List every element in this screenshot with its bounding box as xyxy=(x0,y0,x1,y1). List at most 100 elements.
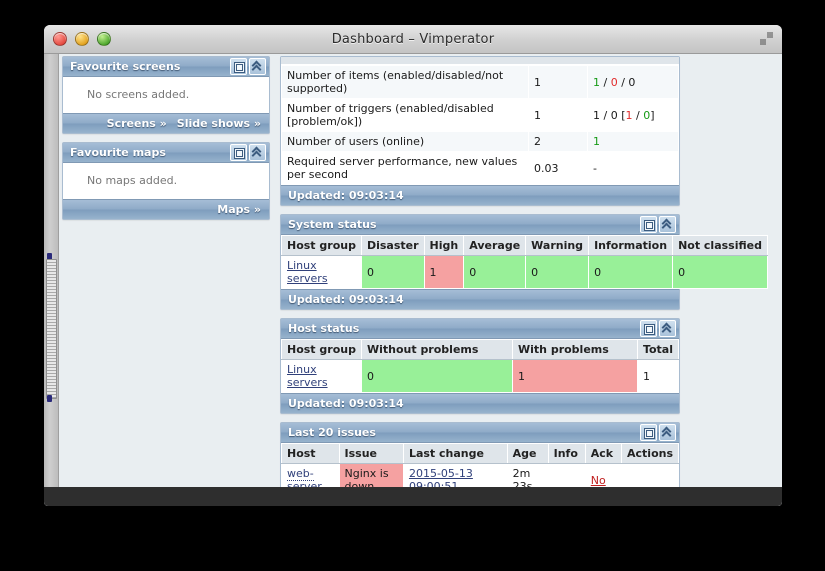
without-problems-cell: 0 xyxy=(360,359,514,393)
detail-part: 1 / 0 [ xyxy=(593,108,626,122)
value-cell: 1 xyxy=(528,65,588,99)
column-header: Host group xyxy=(281,339,362,360)
window-title: Dashboard – Vimperator xyxy=(331,31,495,47)
widget-body: No screens added. xyxy=(63,77,269,113)
detail-part: / xyxy=(617,75,629,89)
detail-part: 1 xyxy=(593,75,600,89)
table-row: Required server performance, new values … xyxy=(281,151,679,185)
widget-body: No maps added. xyxy=(63,163,269,199)
value-cell: 2 xyxy=(528,131,588,152)
menu-icon[interactable] xyxy=(640,320,657,337)
widget-header: Favourite maps xyxy=(63,143,269,163)
widget-footer: Maps » xyxy=(63,199,269,219)
widget-header-icons xyxy=(640,216,676,233)
window-bottom-bar xyxy=(44,487,782,506)
table-row: Linux servers 0 1 1 xyxy=(281,359,680,393)
table-row: Number of triggers (enabled/disabled [pr… xyxy=(281,98,679,132)
widget-system-status: System status Host group Disaster High A… xyxy=(280,214,768,310)
host-group-link[interactable]: Linux servers xyxy=(287,259,328,285)
scrollbar-thumb[interactable] xyxy=(46,259,57,399)
host-status-table: Host group Without problems With problem… xyxy=(281,339,680,393)
screens-link[interactable]: Screens » xyxy=(107,117,167,130)
menu-icon[interactable] xyxy=(230,58,247,75)
widget-title: System status xyxy=(288,218,377,231)
parameter-cell: Number of users (online) xyxy=(281,131,529,152)
detail-part: 0 xyxy=(610,75,618,89)
table-header-row: Host group Disaster High Average Warning… xyxy=(281,235,768,256)
status-of-zabbix-table: Number of items (enabled/disabled/not su… xyxy=(281,65,679,185)
widget-updated-label: Updated: 09:03:14 xyxy=(281,185,679,205)
collapse-icon[interactable] xyxy=(659,320,676,337)
severity-cell-warning: 0 xyxy=(525,255,590,289)
detail-part: ] xyxy=(650,108,655,122)
browser-viewport: Favourite screens No screens added. Scre… xyxy=(44,54,782,506)
clipped-row xyxy=(281,57,679,65)
widget-header: Host status xyxy=(281,319,679,339)
widget-favourite-maps: Favourite maps No maps added. Maps » xyxy=(62,142,270,220)
column-header: Actions xyxy=(621,443,679,464)
detail-part: - xyxy=(593,161,597,175)
column-header: Not classified xyxy=(672,235,768,256)
ack-link[interactable]: No xyxy=(591,474,606,487)
widget-title: Host status xyxy=(288,322,360,335)
column-header: Issue xyxy=(338,443,404,464)
empty-state-text: No maps added. xyxy=(87,174,178,187)
value-cell: 0.03 xyxy=(528,151,588,185)
parameter-cell: Number of triggers (enabled/disabled [pr… xyxy=(281,98,529,132)
resize-icon[interactable] xyxy=(760,32,773,45)
widget-favourite-screens: Favourite screens No screens added. Scre… xyxy=(62,56,270,134)
scrollbar-marker-bottom xyxy=(47,395,52,402)
host-group-cell: Linux servers xyxy=(281,359,362,393)
detail-part: 0 xyxy=(628,75,636,89)
menu-icon[interactable] xyxy=(640,216,657,233)
widget-header: Favourite screens xyxy=(63,57,269,77)
slide-shows-link[interactable]: Slide shows » xyxy=(177,117,261,130)
detail-part: 1 xyxy=(593,135,600,148)
system-status-table: Host group Disaster High Average Warning… xyxy=(281,235,768,289)
column-header: Info xyxy=(547,443,586,464)
close-button[interactable] xyxy=(53,32,67,46)
severity-cell-average: 0 xyxy=(463,255,527,289)
column-header: Without problems xyxy=(360,339,514,360)
menu-icon[interactable] xyxy=(640,424,657,441)
widget-header: System status xyxy=(281,215,679,235)
widget-header-icons xyxy=(230,58,266,75)
detail-part: / xyxy=(632,108,644,122)
menu-icon[interactable] xyxy=(230,144,247,161)
collapse-icon[interactable] xyxy=(659,216,676,233)
collapse-icon[interactable] xyxy=(249,58,266,75)
table-row: Number of items (enabled/disabled/not su… xyxy=(281,65,679,99)
details-cell: - xyxy=(587,151,679,185)
widget-host-status: Host status Host group Without problems … xyxy=(280,318,680,414)
severity-cell-disaster: 0 xyxy=(360,255,425,289)
host-group-cell: Linux servers xyxy=(281,255,362,289)
column-header: Host group xyxy=(281,235,362,256)
severity-cell-not-classified: 0 xyxy=(672,255,768,289)
column-header: Warning xyxy=(525,235,590,256)
dashboard-left-column: Favourite screens No screens added. Scre… xyxy=(59,56,270,506)
collapse-icon[interactable] xyxy=(249,144,266,161)
severity-cell-information: 0 xyxy=(588,255,674,289)
column-header: Total xyxy=(636,339,680,360)
collapse-icon[interactable] xyxy=(659,424,676,441)
column-header: With problems xyxy=(512,339,638,360)
dashboard-page: Favourite screens No screens added. Scre… xyxy=(59,54,782,506)
page-scrollbar[interactable] xyxy=(44,54,59,506)
browser-window: Dashboard – Vimperator Favourite screens… xyxy=(44,25,782,506)
table-header-row: Host group Without problems With problem… xyxy=(281,339,680,360)
window-titlebar[interactable]: Dashboard – Vimperator xyxy=(44,25,782,54)
minimize-button[interactable] xyxy=(75,32,89,46)
column-header: High xyxy=(423,235,465,256)
widget-header: Last 20 issues xyxy=(281,423,679,443)
details-cell: 1 / 0 [1 / 0] xyxy=(587,98,679,132)
dashboard-columns: Favourite screens No screens added. Scre… xyxy=(59,54,782,506)
widget-title: Last 20 issues xyxy=(288,426,376,439)
widget-updated-label: Updated: 09:03:14 xyxy=(281,289,679,309)
maps-link[interactable]: Maps » xyxy=(217,203,261,216)
host-group-link[interactable]: Linux servers xyxy=(287,363,328,389)
column-header: Disaster xyxy=(360,235,425,256)
zoom-button[interactable] xyxy=(97,32,111,46)
empty-state-text: No screens added. xyxy=(87,88,190,101)
column-header: Host xyxy=(281,443,340,464)
column-header: Information xyxy=(588,235,674,256)
